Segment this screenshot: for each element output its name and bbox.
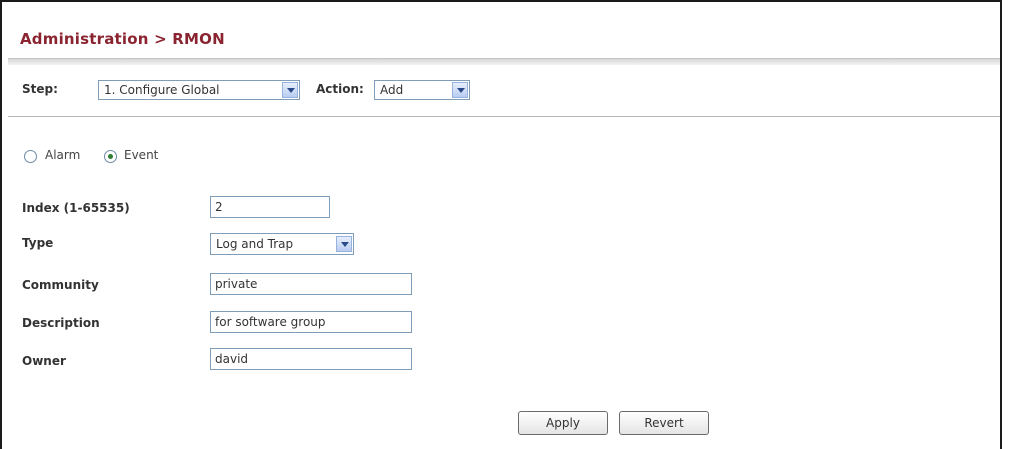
description-input[interactable]: for software group bbox=[210, 311, 412, 333]
owner-label: Owner bbox=[22, 354, 66, 368]
revert-button[interactable]: Revert bbox=[619, 411, 709, 435]
action-label: Action: bbox=[316, 82, 364, 96]
step-select[interactable]: 1. Configure Global bbox=[98, 80, 300, 100]
type-select[interactable]: Log and Trap bbox=[210, 233, 354, 255]
chevron-down-icon[interactable] bbox=[282, 82, 298, 98]
owner-input[interactable]: david bbox=[210, 348, 412, 370]
action-select[interactable]: Add bbox=[374, 80, 470, 100]
community-label: Community bbox=[22, 278, 99, 292]
page-title: Administration > RMON bbox=[20, 30, 225, 48]
frame-left-border bbox=[0, 0, 2, 449]
chevron-down-icon[interactable] bbox=[336, 236, 352, 252]
step-label: Step: bbox=[22, 82, 58, 96]
action-select-value: Add bbox=[380, 83, 404, 97]
alarm-radio-label[interactable]: Alarm bbox=[45, 148, 80, 162]
step-select-value: 1. Configure Global bbox=[104, 83, 220, 97]
alarm-radio[interactable] bbox=[24, 150, 37, 163]
chevron-down-icon[interactable] bbox=[452, 82, 468, 98]
type-label: Type bbox=[22, 236, 54, 250]
toolbar-divider bbox=[8, 116, 1000, 117]
index-label: Index (1-65535) bbox=[22, 201, 130, 215]
title-divider bbox=[8, 58, 1000, 65]
event-radio-label[interactable]: Event bbox=[124, 148, 158, 162]
community-input[interactable]: private bbox=[210, 273, 412, 295]
event-radio[interactable] bbox=[104, 150, 117, 163]
index-input[interactable]: 2 bbox=[210, 196, 330, 218]
frame-right-border bbox=[1000, 0, 1002, 449]
description-label: Description bbox=[22, 316, 100, 330]
apply-button[interactable]: Apply bbox=[518, 411, 608, 435]
type-select-value: Log and Trap bbox=[216, 237, 294, 251]
frame-top-border bbox=[0, 0, 1002, 2]
